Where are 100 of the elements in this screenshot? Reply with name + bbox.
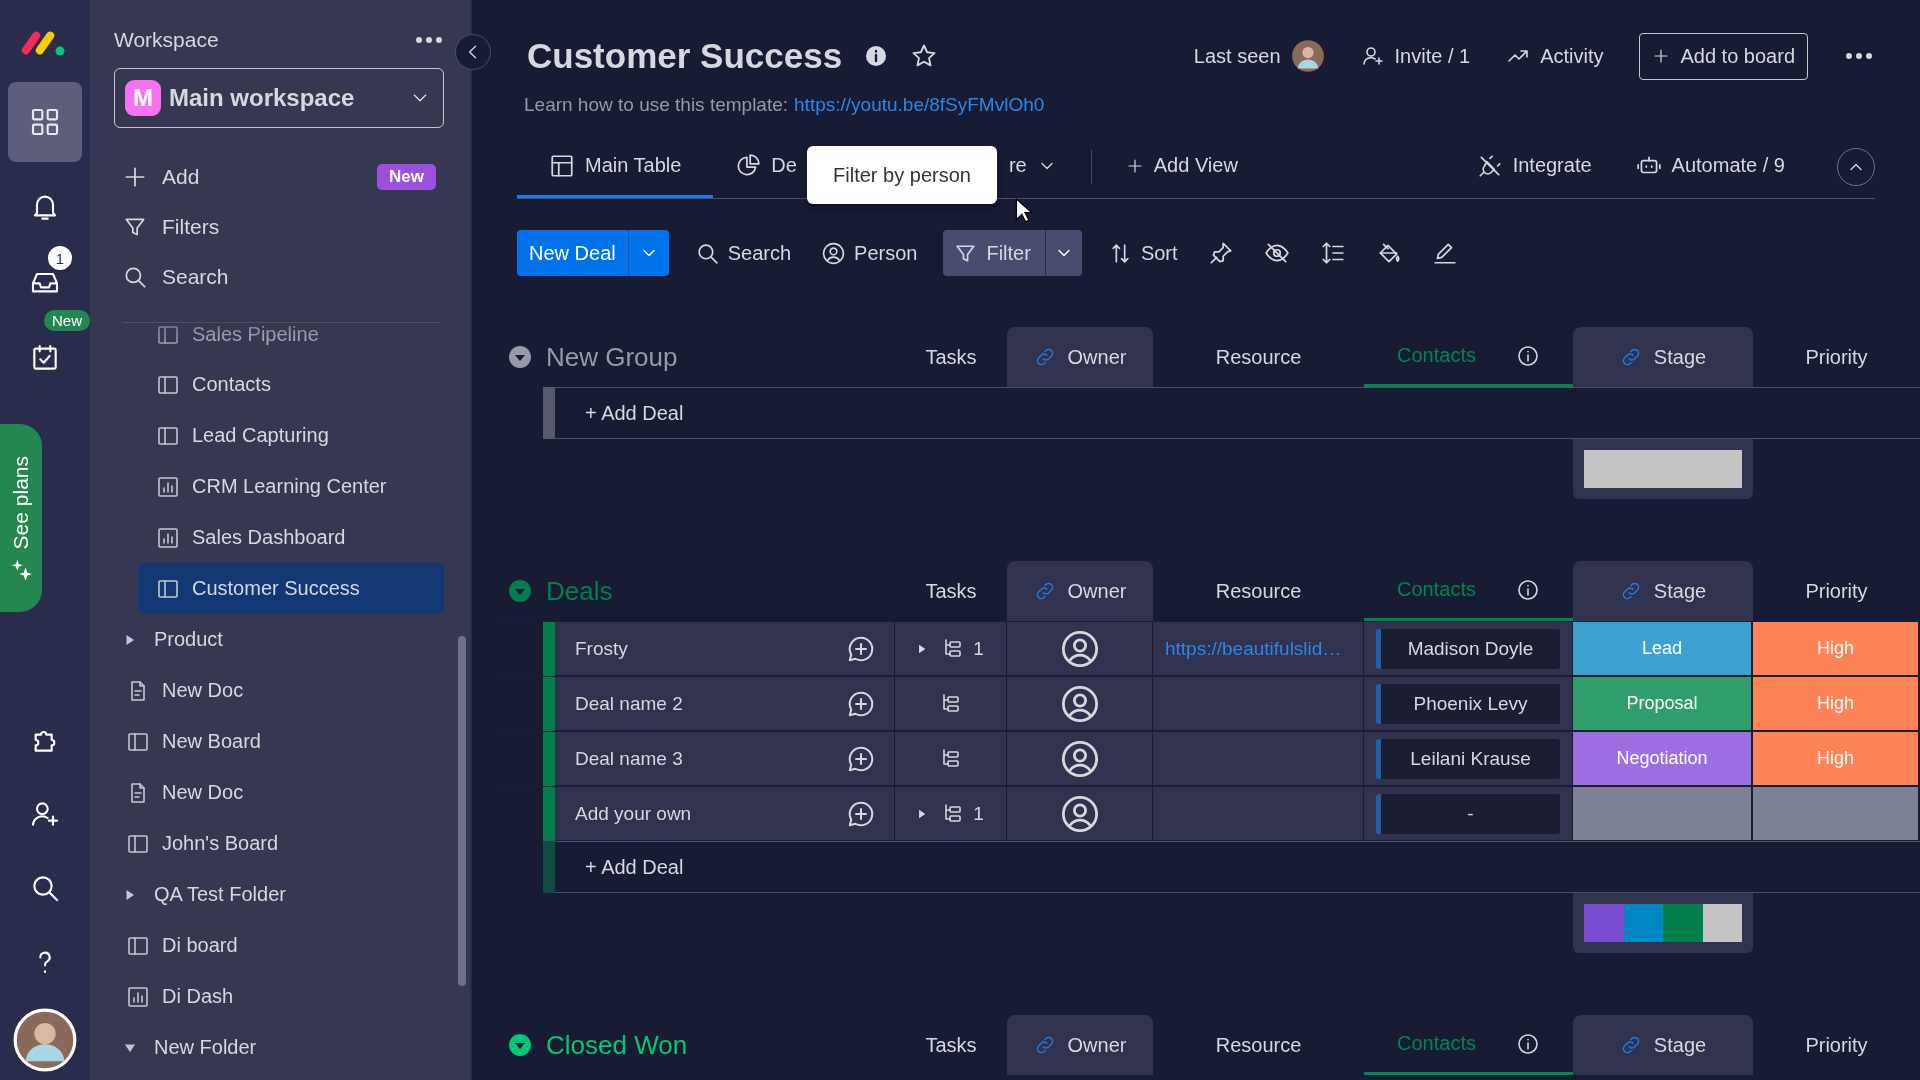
column-header[interactable]: Resource: [1153, 327, 1364, 387]
column-title: Contacts: [1397, 578, 1476, 601]
caret-right-icon[interactable]: [917, 808, 928, 819]
column-title: Resource: [1215, 1033, 1302, 1057]
column-header[interactable]: Tasks: [895, 1015, 1007, 1075]
column-header[interactable]: Resource: [1153, 1015, 1364, 1075]
sidebar-item[interactable]: Contacts: [114, 359, 444, 410]
resource-cell[interactable]: [1153, 677, 1364, 731]
group-collapse-icon[interactable]: [508, 1033, 532, 1057]
subitems-cell[interactable]: [895, 732, 1007, 786]
chart-board-icon: [156, 525, 180, 550]
subitem-count: 1: [973, 802, 984, 825]
group-collapse-icon[interactable]: [508, 579, 532, 603]
subitems-cell[interactable]: 1: [895, 622, 1007, 676]
item-name-cell[interactable]: Deal name 3: [555, 732, 895, 786]
workspace-dropdown[interactable]: M Main workspace: [114, 68, 444, 128]
subitem-count: 1: [973, 637, 984, 660]
automate-button[interactable]: Automate / 9: [1613, 136, 1807, 198]
subitems-cell[interactable]: 1: [895, 787, 1007, 841]
column-header[interactable]: Stage: [1573, 1015, 1753, 1075]
group-title[interactable]: Closed Won: [546, 1029, 688, 1061]
add-view-button[interactable]: Add View: [1103, 136, 1260, 198]
priority-cell[interactable]: [1753, 787, 1920, 841]
last-seen-button[interactable]: Last seen: [1193, 39, 1325, 73]
column-header[interactable]: Priority: [1753, 327, 1920, 387]
item-name-cell[interactable]: Deal name 2: [555, 677, 895, 731]
view-tab[interactable]: re: [1008, 136, 1079, 198]
info-icon[interactable]: [1515, 577, 1540, 602]
filter-action[interactable]: Filters: [114, 202, 444, 252]
add-to-board-button[interactable]: Add to board: [1639, 32, 1808, 80]
folder-item[interactable]: QA Test Folder: [114, 869, 444, 920]
column-title: Contacts: [1397, 344, 1476, 367]
sidebar-item[interactable]: Lead Capturing: [114, 410, 444, 461]
action-label: Add: [162, 165, 201, 189]
resource-cell[interactable]: [1153, 732, 1364, 786]
contact-chip[interactable]: Leilani Krause: [1376, 738, 1560, 779]
column-header[interactable]: Owner: [1007, 1015, 1153, 1075]
column-header[interactable]: Stage: [1573, 561, 1753, 621]
column-header[interactable]: Tasks: [895, 327, 1007, 387]
add-deal-row[interactable]: + Add Deal: [555, 387, 1920, 439]
sidebar-item[interactable]: Sales Dashboard: [114, 512, 444, 563]
item-name-cell[interactable]: Add your own: [555, 787, 895, 841]
column-header[interactable]: Resource: [1153, 561, 1364, 621]
column-header[interactable]: Owner: [1007, 561, 1153, 621]
column-title: Priority: [1805, 579, 1868, 603]
item-name-cell[interactable]: Frosty: [555, 622, 895, 676]
sparkle-icon: [10, 557, 32, 580]
resource-cell[interactable]: [1153, 787, 1364, 841]
sidebar-item[interactable]: New Doc: [114, 665, 444, 716]
column-title: Stage: [1653, 345, 1707, 369]
filter-tool-button[interactable]: Filter: [943, 230, 1082, 276]
sidebar-item[interactable]: New Doc: [114, 767, 444, 818]
column-title: Owner: [1067, 345, 1127, 369]
sidebar-item[interactable]: Di board: [114, 920, 444, 971]
info-icon[interactable]: [1515, 1031, 1540, 1056]
sidebar-item[interactable]: Di Dash: [114, 971, 444, 1022]
search-tool-button[interactable]: Search: [690, 230, 796, 276]
column-header[interactable]: Priority: [1753, 1015, 1920, 1075]
column-title: Tasks: [925, 579, 977, 603]
column-header[interactable]: Priority: [1753, 561, 1920, 621]
user-avatar[interactable]: [13, 1008, 77, 1072]
add-action[interactable]: Add New: [114, 152, 444, 202]
view-tab[interactable]: Main Table: [517, 136, 714, 198]
stage-cell[interactable]: [1573, 787, 1753, 841]
folder-item[interactable]: New Folder: [114, 1022, 444, 1073]
group-title[interactable]: New Group: [546, 341, 678, 373]
tooltip: Filter by person: [807, 146, 997, 204]
contact-chip[interactable]: Madison Doyle: [1376, 628, 1560, 669]
column-header[interactable]: Stage: [1573, 327, 1753, 387]
new-deal-button[interactable]: New Deal: [517, 230, 669, 276]
scrollbar[interactable]: [458, 636, 466, 986]
sidebar-item[interactable]: John's Board: [114, 818, 444, 869]
subitems-cell[interactable]: [895, 677, 1007, 731]
stage-cell[interactable]: Negotiation: [1573, 732, 1753, 786]
person-tool-button[interactable]: Person: [817, 230, 922, 276]
folder-item[interactable]: Product: [114, 614, 444, 665]
unplug-icon: [1476, 152, 1503, 179]
column-header[interactable]: Owner: [1007, 327, 1153, 387]
integrate-button[interactable]: Integrate: [1454, 136, 1614, 198]
info-icon[interactable]: [1515, 343, 1540, 368]
column-header[interactable]: Tasks: [895, 561, 1007, 621]
sidebar-item[interactable]: New Board: [114, 716, 444, 767]
sidebar-item[interactable]: Sales Pipeline: [114, 323, 444, 359]
invite-button[interactable]: Invite / 1: [1360, 44, 1471, 68]
group-collapse-icon[interactable]: [508, 345, 532, 369]
sidebar-item[interactable]: CRM Learning Center: [114, 461, 444, 512]
info-icon[interactable]: [864, 44, 889, 68]
column-title: Resource: [1215, 579, 1302, 603]
contact-chip[interactable]: -: [1376, 793, 1560, 834]
sort-tool-button[interactable]: Sort: [1103, 230, 1182, 276]
search-action[interactable]: Search: [114, 252, 444, 302]
group-color-strip: [543, 841, 555, 893]
template-link[interactable]: https://youtu.be/8fSyFMvlOh0: [794, 94, 1045, 116]
contact-chip[interactable]: Phoenix Levy: [1376, 683, 1560, 724]
apps-grid-icon[interactable]: [8, 82, 82, 162]
caret-right-icon[interactable]: [917, 643, 928, 654]
activity-button[interactable]: Activity: [1506, 44, 1604, 68]
see-plans-tab[interactable]: See plans: [0, 424, 42, 612]
add-deal-row[interactable]: + Add Deal: [555, 841, 1920, 893]
sidebar-item[interactable]: Customer Success: [138, 563, 444, 614]
